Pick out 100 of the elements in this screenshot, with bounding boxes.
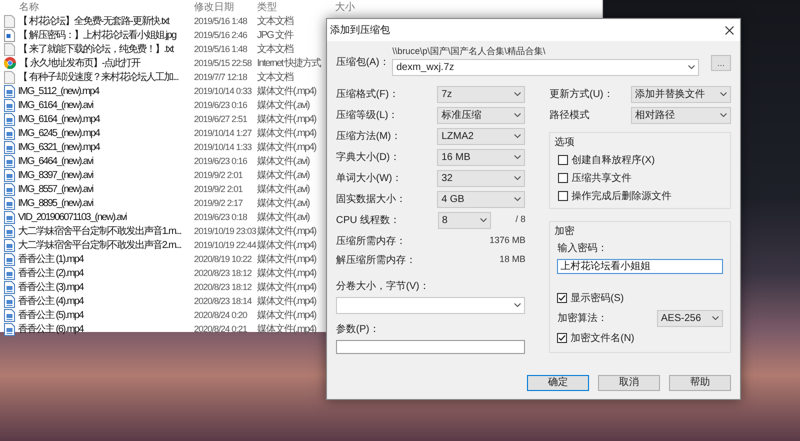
file-name[interactable]: 【 来了就能下载的论坛，纯免费！】.txt [18,42,174,56]
file-name[interactable]: IMG_8895_(new).avi [18,196,93,210]
browse-button[interactable]: ... [711,55,731,71]
checkbox[interactable] [557,333,568,343]
modified-date: 2020/8/19 10:22 [194,254,252,264]
modified-date: 2019/10/19 23:03 [194,226,256,236]
document-icon [4,14,15,28]
chevron-down-icon [720,92,727,96]
dropdown[interactable]: dexm_wxj.7z [392,58,699,76]
file-name[interactable]: 【 村花论坛】全免费-无套路-更新快.txt [18,14,169,28]
chevron-down-icon [688,65,695,69]
column-header[interactable]: 修改日期 [194,2,234,12]
chevron-down-icon [514,303,522,307]
file-name[interactable]: 【 永久地址发布页】-点此打开 [19,56,140,70]
field-label: 字典大小(D)： [336,150,400,164]
file-type: 媒体文件(.mp4) [257,282,316,292]
dropdown[interactable]: 标准压缩 [437,106,526,124]
checkbox[interactable] [558,173,568,183]
file-type: 媒体文件(.avi) [257,198,310,208]
checkbox[interactable] [558,155,568,165]
chevron-down-icon [514,176,522,180]
password-field[interactable]: 上村花论坛看小姐姐 [557,258,723,274]
media-file-icon [4,154,15,168]
file-type: 媒体文件(.mp4) [257,114,316,124]
group-title: 选项 [554,136,576,150]
file-name[interactable]: IMG_8557_(new).avi [18,182,93,196]
input-field[interactable] [336,340,526,354]
file-name[interactable]: VID_201906071103_(new).avi [18,210,126,224]
dropdown[interactable]: 16 MB [437,148,526,166]
file-type: 媒体文件(.avi) [257,184,310,194]
file-name[interactable]: 大二学妹宿舍平台定制不敢发出声音1.m... [18,224,182,238]
dropdown[interactable]: 8 [438,212,491,228]
chevron-down-icon [514,113,522,117]
media-file-icon [4,98,15,112]
file-name[interactable]: 大二学妹宿舍平台定制不敢发出声音2.m... [18,238,182,252]
dropdown[interactable]: 7z [437,86,526,102]
file-type: JPG 文件 [257,30,294,40]
dropdown[interactable]: LZMA2 [437,128,526,144]
field-label: 压缩方法(M)： [336,130,401,144]
modified-date: 2020/8/23 18:14 [194,296,252,306]
dialog-button[interactable]: 帮助 [669,375,731,391]
document-icon [4,42,15,56]
column-header[interactable]: 名称 [19,2,39,12]
checkbox-label: 加密文件名(N) [570,332,634,346]
dialog-button[interactable]: 确定 [527,375,589,391]
media-file-icon [4,196,15,210]
chevron-down-icon [480,218,487,222]
dropdown[interactable]: 相对路径 [631,106,731,124]
file-type: 媒体文件(.mp4) [257,226,316,236]
file-name[interactable]: 【 解压密码：】上村花论坛看小姐姐.jpg [18,28,176,42]
file-name[interactable]: 香香公主 (4).mp4 [18,294,84,308]
checkbox-label: 操作完成后删除源文件 [571,190,672,204]
file-name[interactable]: 香香公主 (3).mp4 [18,280,84,294]
document-icon [4,70,15,84]
dialog-button[interactable]: 取消 [598,375,660,391]
file-name[interactable]: IMG_8397_(new).avi [18,168,93,182]
field-label: 压缩格式(F)： [336,88,399,102]
file-name[interactable]: IMG_6464_(new).avi [18,154,93,168]
file-type: 文本文档 [257,16,293,26]
modified-date: 2019/9/2 2:01 [194,184,243,194]
file-name[interactable]: IMG_6321_(new).mp4 [18,140,100,154]
dropdown[interactable]: 添加并替换文件 [631,86,731,102]
checkbox-label: 创建自释放程序(X) [571,154,655,168]
media-file-icon [4,224,15,238]
chevron-down-icon [514,155,522,159]
close-icon[interactable] [725,26,734,34]
modified-date: 2020/8/23 18:12 [194,268,252,278]
dropdown[interactable]: 4 GB [437,190,526,208]
file-name[interactable]: 香香公主 (6).mp4 [18,322,84,336]
file-name[interactable]: IMG_6164_(new).avi [18,98,93,112]
info-label: 压缩所需内存： [336,234,406,248]
chevron-down-icon [514,92,522,96]
dropdown[interactable]: 32 [437,170,526,186]
memory-value: 18 MB [499,253,526,266]
media-file-icon [4,294,15,308]
group-title: 加密 [554,224,576,238]
file-name[interactable]: 香香公主 (2).mp4 [18,266,84,280]
file-name[interactable]: IMG_5112_(new).mp4 [18,84,99,98]
dropdown[interactable]: AES-256 [657,310,723,326]
file-type: 媒体文件(.avi) [257,100,310,110]
modified-date: 2019/5/16 2:46 [194,30,248,40]
file-name[interactable]: IMG_6245_(new).mp4 [18,126,100,140]
file-type: 媒体文件(.mp4) [257,142,316,152]
file-type: 媒体文件(.mp4) [257,254,316,264]
file-name[interactable]: 香香公主 (5).mp4 [18,308,84,322]
file-type: 媒体文件(.mp4) [257,268,316,278]
checkbox[interactable] [558,191,568,201]
file-type: 媒体文件(.avi) [257,156,310,166]
file-name[interactable]: 【 有种子却没速度？来村花论坛人工加... [18,70,178,84]
modified-date: 2019/7/7 12:18 [194,72,248,82]
media-file-icon [4,126,15,140]
image-file-icon [4,28,15,42]
file-type: 媒体文件(.avi) [257,212,310,222]
file-type: 媒体文件(.avi) [257,170,310,180]
file-name[interactable]: 香香公主 (1).mp4 [18,252,84,266]
column-header[interactable]: 大小 [335,2,355,12]
file-name[interactable]: IMG_6164_(new).mp4 [18,112,100,126]
checkbox[interactable] [557,293,568,303]
file-type: 文本文档 [257,44,293,54]
column-header[interactable]: 类型 [257,2,277,12]
